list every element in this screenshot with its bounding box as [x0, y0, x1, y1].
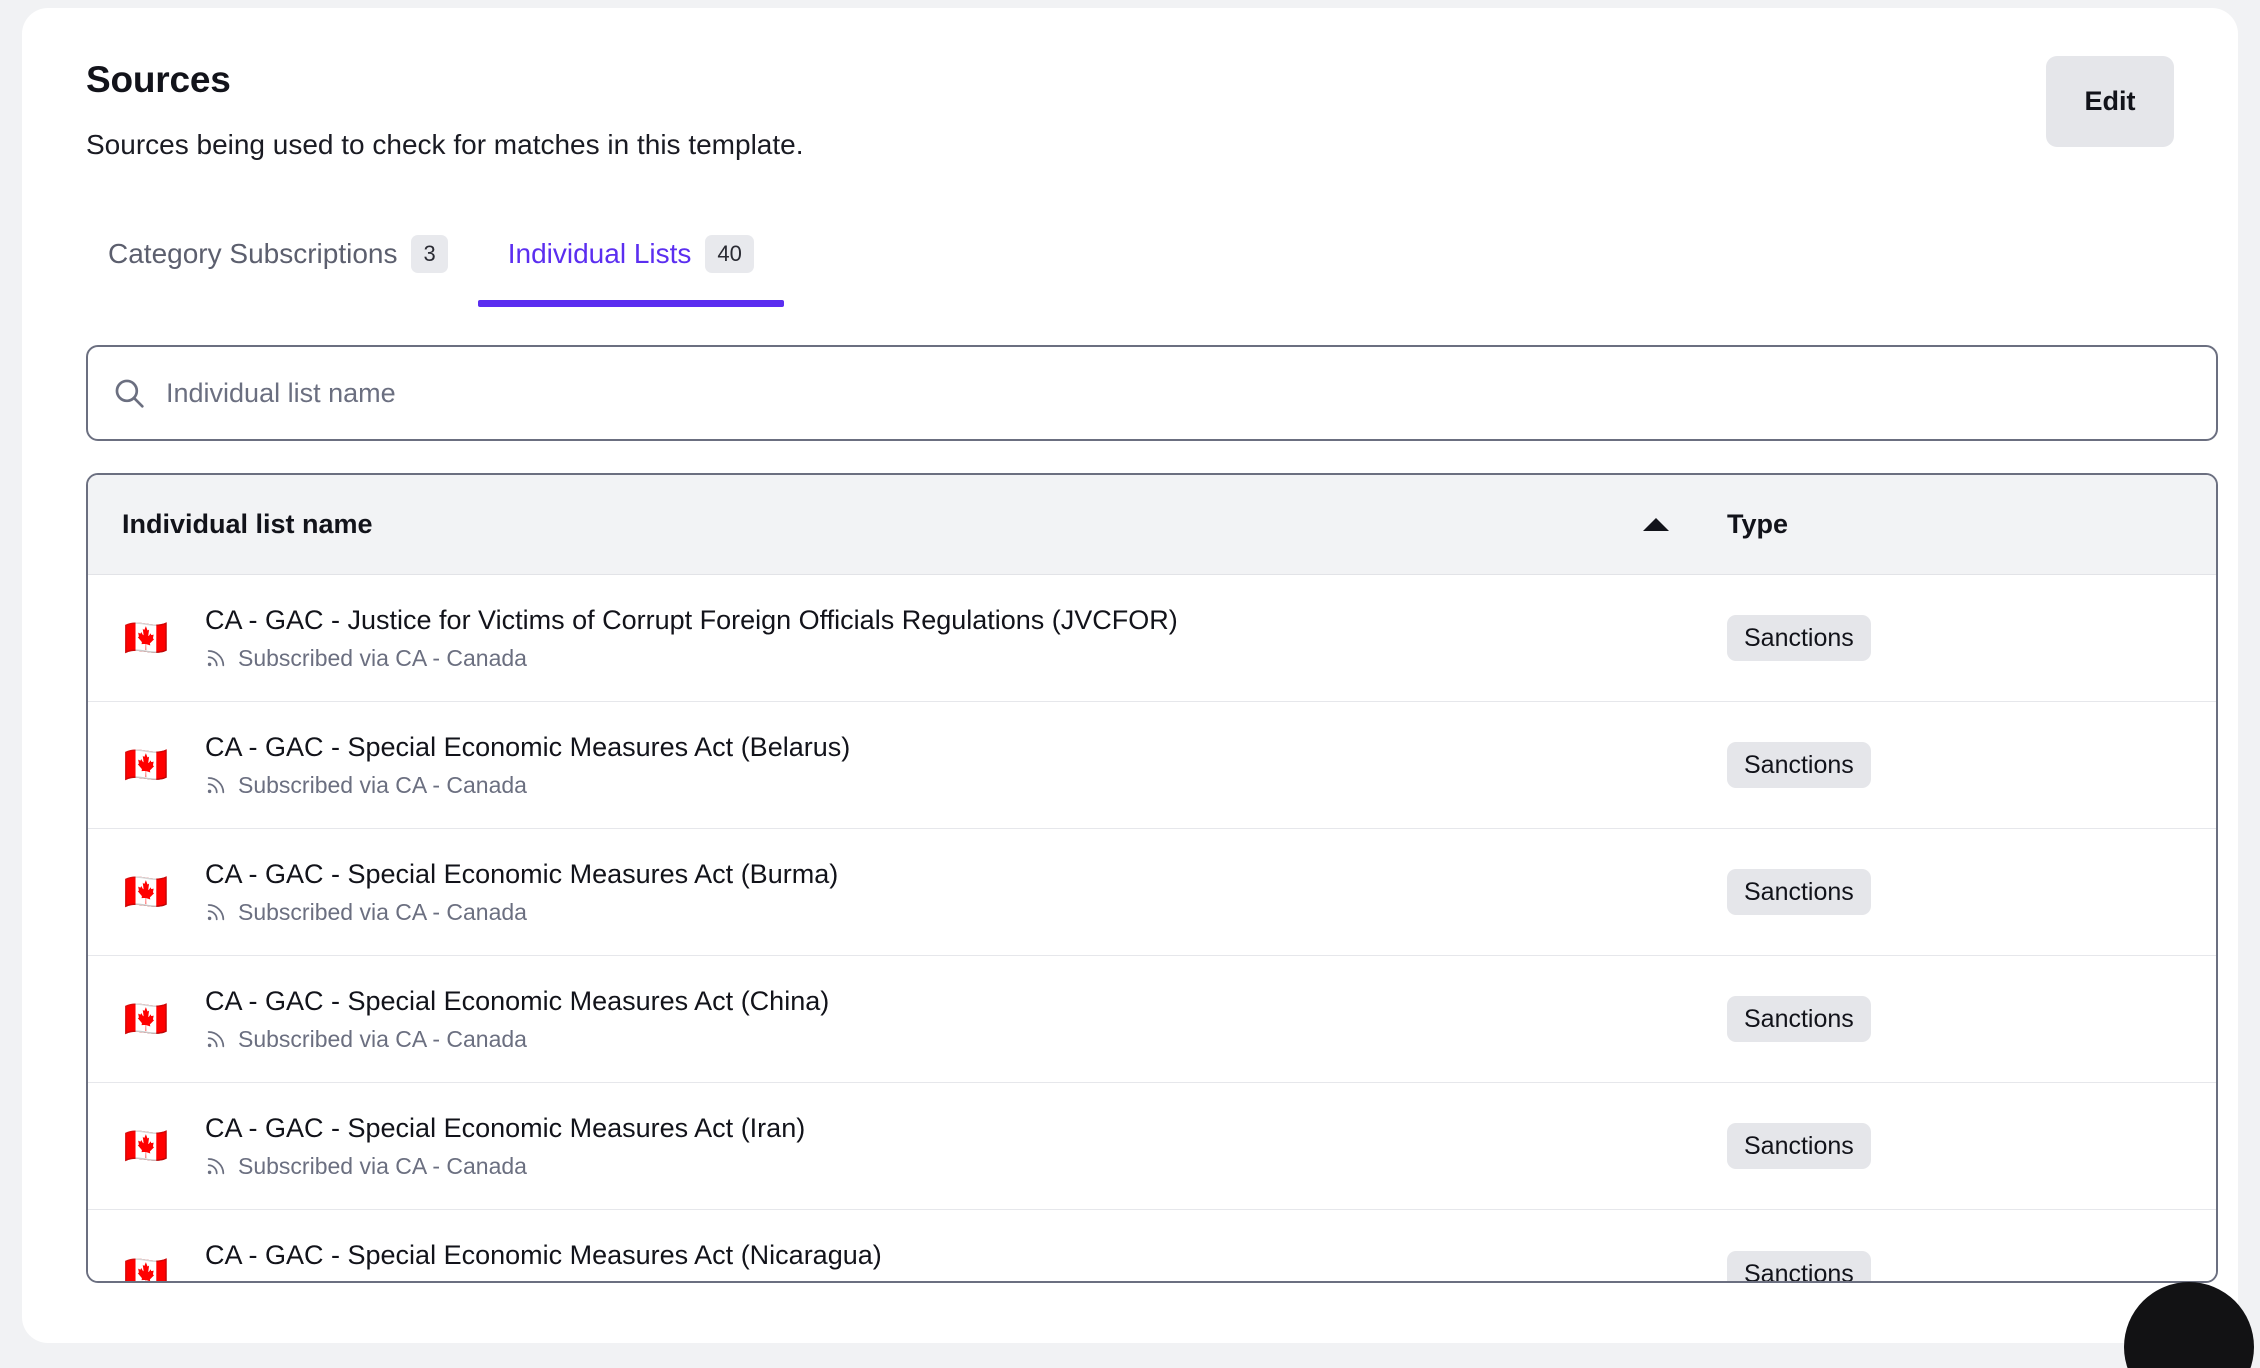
country-flag-icon: 🇨🇦: [122, 1001, 170, 1037]
country-flag-icon: 🇨🇦: [122, 874, 170, 910]
tab-bar: Category Subscriptions 3 Individual List…: [86, 219, 2174, 307]
list-name-text: CA - GAC - Special Economic Measures Act…: [205, 986, 829, 1017]
subscription-note: Subscribed via CA - Canada: [205, 899, 838, 925]
tab-label: Category Subscriptions: [108, 238, 397, 270]
column-header-individual-list-name[interactable]: Individual list name: [122, 509, 1687, 540]
cell-list-name: 🇨🇦 CA - GAC - Special Economic Measures …: [122, 859, 1687, 925]
triangle-up-icon: [1643, 518, 1669, 531]
cell-type: Sanctions: [1687, 1123, 2182, 1169]
individual-lists-table: Individual list name Type 🇨🇦 CA - GAC - …: [86, 473, 2218, 1283]
rss-icon: [205, 901, 227, 923]
subscription-note: Subscribed via CA - Canada: [205, 772, 850, 798]
tab-label: Individual Lists: [508, 238, 692, 270]
cell-type: Sanctions: [1687, 1251, 2182, 1284]
status-badge: Sanctions: [1727, 1123, 1871, 1169]
cell-type: Sanctions: [1687, 996, 2182, 1042]
status-badge: Sanctions: [1727, 1251, 1871, 1284]
cell-list-name: 🇨🇦 CA - GAC - Special Economic Measures …: [122, 986, 1687, 1052]
subscription-text: Subscribed via CA - Canada: [238, 1153, 527, 1179]
country-flag-icon: 🇨🇦: [122, 620, 170, 656]
search-bar: [86, 345, 2218, 441]
table-row[interactable]: 🇨🇦 CA - GAC - Special Economic Measures …: [88, 1210, 2216, 1283]
subscription-note: Subscribed via CA - Canada: [205, 645, 1178, 671]
status-badge: Sanctions: [1727, 615, 1871, 661]
list-name-text: CA - GAC - Special Economic Measures Act…: [205, 1240, 882, 1271]
rss-icon: [205, 1028, 227, 1050]
status-badge: Sanctions: [1727, 869, 1871, 915]
country-flag-icon: 🇨🇦: [122, 1128, 170, 1164]
rss-icon: [205, 774, 227, 796]
page-subtitle: Sources being used to check for matches …: [86, 127, 2174, 163]
column-header-label: Individual list name: [122, 509, 373, 540]
list-name-text: CA - GAC - Special Economic Measures Act…: [205, 732, 850, 763]
table-row[interactable]: 🇨🇦 CA - GAC - Justice for Victims of Cor…: [88, 575, 2216, 702]
rss-icon: [205, 1155, 227, 1177]
cell-type: Sanctions: [1687, 869, 2182, 915]
list-name-text: CA - GAC - Special Economic Measures Act…: [205, 859, 838, 890]
table-row[interactable]: 🇨🇦 CA - GAC - Special Economic Measures …: [88, 1083, 2216, 1210]
subscription-note: Subscribed via CA - Canada: [205, 1280, 882, 1283]
subscription-text: Subscribed via CA - Canada: [238, 1026, 527, 1052]
subscription-note: Subscribed via CA - Canada: [205, 1026, 829, 1052]
cell-type: Sanctions: [1687, 742, 2182, 788]
page-title: Sources: [86, 60, 2174, 101]
country-flag-icon: 🇨🇦: [122, 747, 170, 783]
table-header-row: Individual list name Type: [88, 475, 2216, 575]
tab-badge: 40: [705, 235, 753, 273]
cell-list-name: 🇨🇦 CA - GAC - Special Economic Measures …: [122, 1113, 1687, 1179]
column-header-type[interactable]: Type: [1687, 509, 2182, 540]
subscription-text: Subscribed via CA - Canada: [238, 899, 527, 925]
edit-button[interactable]: Edit: [2046, 56, 2174, 147]
app-root: Sources Sources being used to check for …: [0, 0, 2260, 1368]
country-flag-icon: 🇨🇦: [122, 1256, 170, 1284]
status-badge: Sanctions: [1727, 742, 1871, 788]
search-input[interactable]: [86, 345, 2218, 441]
rss-icon: [205, 647, 227, 669]
tab-category-subscriptions[interactable]: Category Subscriptions 3: [86, 219, 478, 307]
tab-individual-lists[interactable]: Individual Lists 40: [478, 219, 784, 307]
table-row[interactable]: 🇨🇦 CA - GAC - Special Economic Measures …: [88, 829, 2216, 956]
status-badge: Sanctions: [1727, 996, 1871, 1042]
cell-list-name: 🇨🇦 CA - GAC - Special Economic Measures …: [122, 732, 1687, 798]
card-header: Sources Sources being used to check for …: [86, 60, 2174, 163]
table-row[interactable]: 🇨🇦 CA - GAC - Special Economic Measures …: [88, 702, 2216, 829]
cell-list-name: 🇨🇦 CA - GAC - Special Economic Measures …: [122, 1240, 1687, 1283]
tab-badge: 3: [411, 235, 447, 273]
cell-type: Sanctions: [1687, 615, 2182, 661]
cell-list-name: 🇨🇦 CA - GAC - Justice for Victims of Cor…: [122, 605, 1687, 671]
table-row[interactable]: 🇨🇦 CA - GAC - Special Economic Measures …: [88, 956, 2216, 1083]
list-name-text: CA - GAC - Justice for Victims of Corrup…: [205, 605, 1178, 636]
subscription-text: Subscribed via CA - Canada: [238, 1280, 527, 1283]
subscription-note: Subscribed via CA - Canada: [205, 1153, 805, 1179]
subscription-text: Subscribed via CA - Canada: [238, 772, 527, 798]
sources-card: Sources Sources being used to check for …: [22, 8, 2238, 1343]
subscription-text: Subscribed via CA - Canada: [238, 645, 527, 671]
list-name-text: CA - GAC - Special Economic Measures Act…: [205, 1113, 805, 1144]
